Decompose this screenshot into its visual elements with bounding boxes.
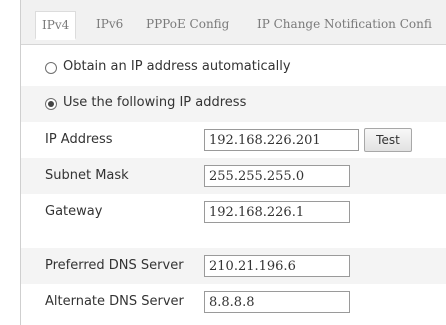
auto-ip-row[interactable]: Obtain an IP address automatically: [21, 50, 446, 86]
network-settings-panel: IPv4 IPv6 PPPoE Config IP Change Notific…: [20, 0, 446, 325]
alternate-dns-input[interactable]: 8.8.8.8: [204, 291, 350, 313]
auto-ip-label: Obtain an IP address automatically: [63, 59, 291, 74]
alternate-dns-row: Alternate DNS Server 8.8.8.8: [21, 284, 446, 320]
subnet-mask-label: Subnet Mask: [45, 168, 129, 183]
preferred-dns-row: Preferred DNS Server 210.21.196.6: [21, 248, 446, 284]
manual-ip-row[interactable]: Use the following IP address: [21, 86, 446, 122]
gateway-input[interactable]: 192.168.226.1: [204, 201, 350, 223]
manual-ip-label: Use the following IP address: [63, 95, 247, 110]
tab-bar: IPv4 IPv6 PPPoE Config IP Change Notific…: [21, 0, 446, 45]
ip-address-row: IP Address 192.168.226.201 Test: [21, 122, 446, 158]
alternate-dns-label: Alternate DNS Server: [45, 294, 184, 309]
test-button[interactable]: Test: [364, 128, 412, 152]
preferred-dns-label: Preferred DNS Server: [45, 258, 184, 273]
manual-ip-radio[interactable]: [45, 98, 57, 110]
ip-address-label: IP Address: [45, 132, 113, 147]
tab-ip-change-notification[interactable]: IP Change Notification Confi: [257, 12, 432, 36]
preferred-dns-input[interactable]: 210.21.196.6: [204, 255, 350, 277]
gateway-label: Gateway: [45, 204, 103, 219]
subnet-mask-row: Subnet Mask 255.255.255.0: [21, 158, 446, 194]
auto-ip-radio[interactable]: [45, 62, 57, 74]
tab-ipv6[interactable]: IPv6: [96, 12, 123, 36]
gateway-row: Gateway 192.168.226.1: [21, 194, 446, 230]
ip-address-input[interactable]: 192.168.226.201: [204, 129, 359, 151]
subnet-mask-input[interactable]: 255.255.255.0: [204, 165, 350, 187]
tab-ipv4[interactable]: IPv4: [35, 11, 77, 40]
tab-pppoe-config[interactable]: PPPoE Config: [146, 12, 229, 36]
